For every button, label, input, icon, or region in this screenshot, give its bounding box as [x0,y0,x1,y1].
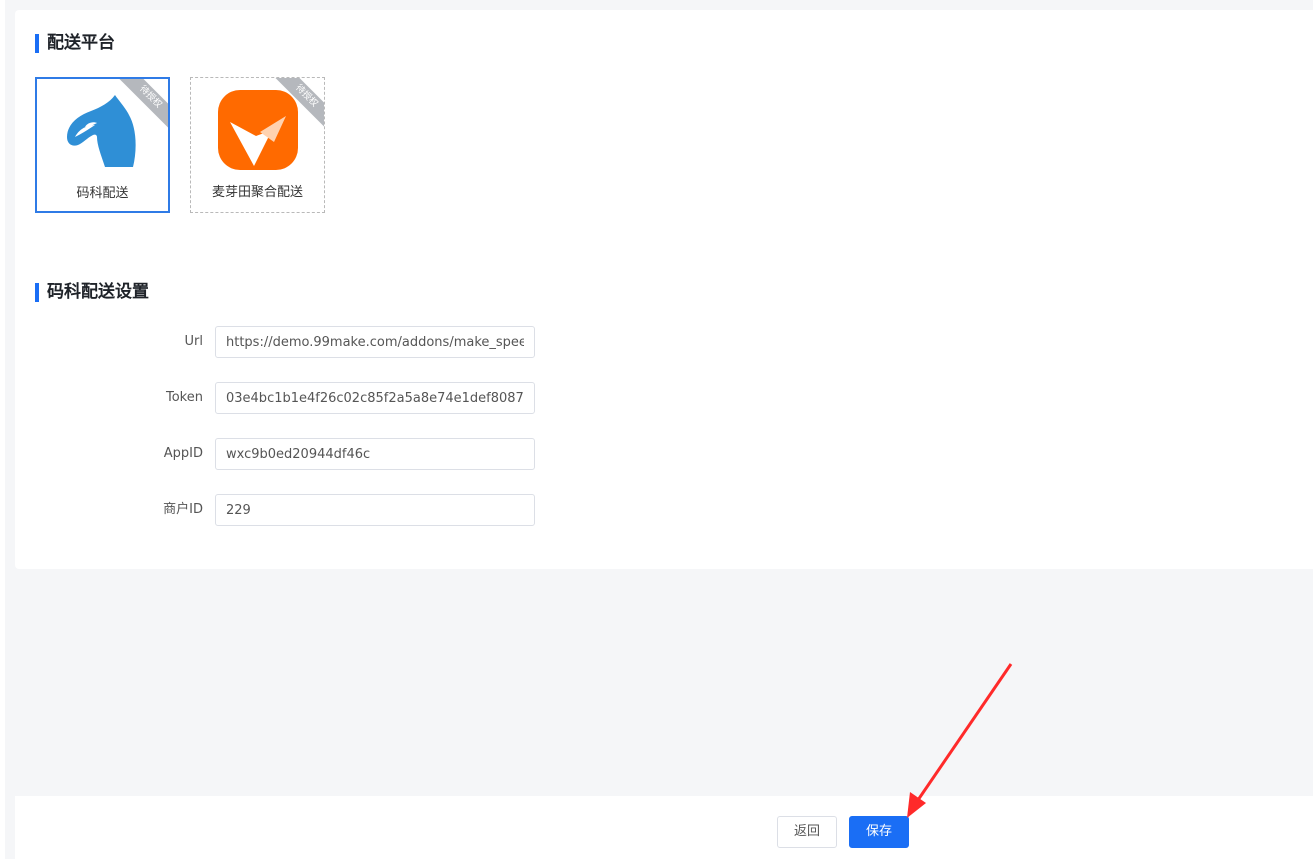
platform-name: 码科配送 [76,186,129,201]
url-label: Url [184,334,203,349]
platform-name: 麦芽田聚合配送 [211,185,303,200]
appid-label: AppID [163,446,203,461]
save-button[interactable]: 保存 [849,816,909,848]
maiyatian-logo-icon [217,90,298,170]
platform-card-maiyatian[interactable]: 麦芽田聚合配送 待授权 [190,77,325,213]
merchant-id-label: 商户ID [163,502,203,517]
settings-section-title: 码科配送设置 [35,281,149,303]
horse-logo-icon [66,95,136,167]
merchant-id-input[interactable] [215,494,535,526]
footer-bar: 返回 保存 [15,796,1313,859]
appid-input[interactable] [215,438,535,470]
platform-card-make-speed[interactable]: 码科配送 待授权 [35,77,170,213]
platform-section-title: 配送平台 [35,32,115,54]
back-button[interactable]: 返回 [777,816,837,848]
url-input[interactable] [215,326,535,358]
token-input[interactable] [215,382,535,414]
token-label: Token [166,390,203,405]
settings-card: 配送平台 码科配送 待授权 麦芽田聚合配送 待授权 码科配送设置 Url Tok… [15,10,1313,569]
left-edge-strip [0,0,5,859]
